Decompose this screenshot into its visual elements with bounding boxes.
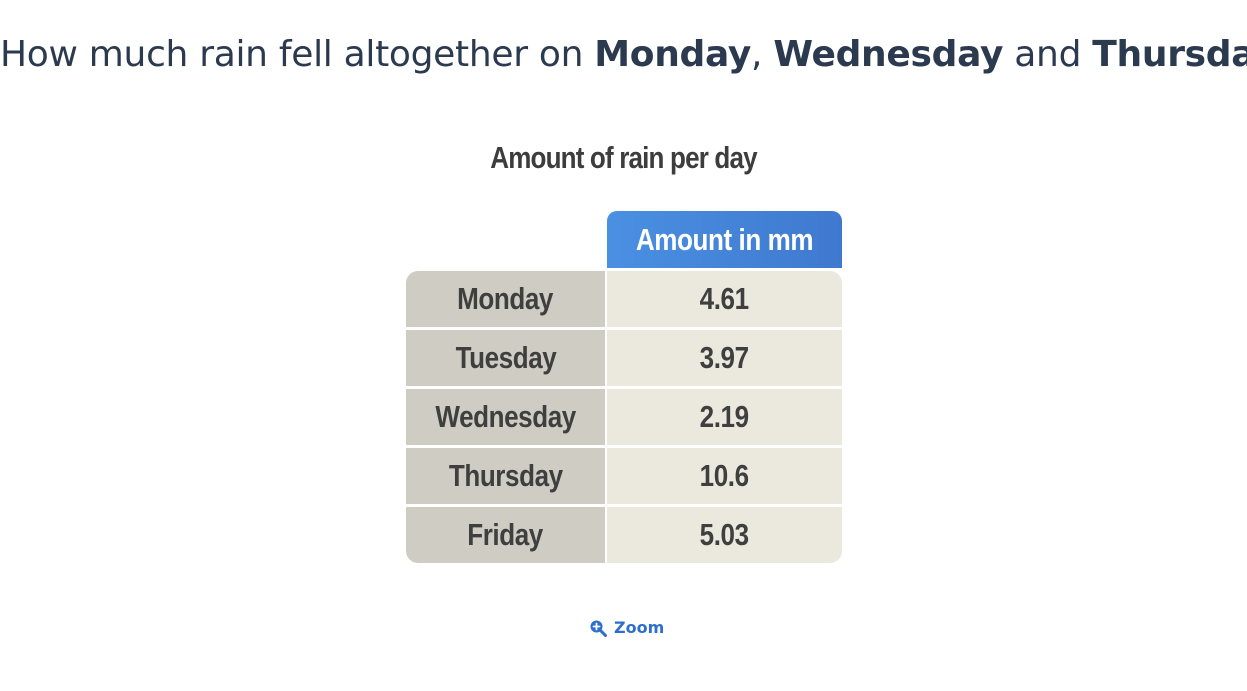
table-row: Friday 5.03 xyxy=(406,507,842,563)
day-label: Wednesday xyxy=(435,399,576,434)
table-title: Amount of rain per day xyxy=(490,140,757,175)
day-cell: Thursday xyxy=(406,448,605,504)
day-cell: Monday xyxy=(406,271,605,327)
amount-cell: 10.6 xyxy=(607,448,842,504)
amount-cell: 4.61 xyxy=(607,271,842,327)
zoom-in-icon xyxy=(589,619,607,637)
day-label: Monday xyxy=(457,281,554,316)
question-prefix: How much rain fell altogether on xyxy=(0,34,595,75)
day-label: Tuesday xyxy=(455,340,556,375)
amount-value: 10.6 xyxy=(699,458,750,493)
question-day-monday: Monday xyxy=(594,34,752,75)
day-label: Friday xyxy=(467,517,544,552)
question-text: How much rain fell altogether on Monday,… xyxy=(0,34,1247,75)
day-cell: Wednesday xyxy=(406,389,605,445)
amount-cell: 5.03 xyxy=(607,507,842,563)
zoom-button[interactable]: Zoom xyxy=(589,618,664,637)
day-label: Thursday xyxy=(448,458,563,493)
zoom-label: Zoom xyxy=(614,618,665,637)
question-day-thursday: Thursday xyxy=(1092,34,1247,75)
amount-value: 3.97 xyxy=(699,340,750,375)
column-header-amount: Amount in mm xyxy=(607,211,842,268)
table-row: Wednesday 2.19 xyxy=(406,389,842,445)
amount-value: 4.61 xyxy=(699,281,750,316)
question-separator-1: , xyxy=(751,34,774,75)
amount-cell: 2.19 xyxy=(607,389,842,445)
column-header-label: Amount in mm xyxy=(635,222,814,257)
day-cell: Friday xyxy=(406,507,605,563)
question-separator-2: and xyxy=(1003,34,1093,75)
table-row: Thursday 10.6 xyxy=(406,448,842,504)
table-row: Monday 4.61 xyxy=(406,271,842,327)
table-body: Monday 4.61 Tuesday 3.97 Wednesday 2.19 … xyxy=(406,271,842,563)
amount-value: 5.03 xyxy=(699,517,750,552)
question-day-wednesday: Wednesday xyxy=(773,34,1004,75)
table-row: Tuesday 3.97 xyxy=(406,330,842,386)
day-cell: Tuesday xyxy=(406,330,605,386)
amount-cell: 3.97 xyxy=(607,330,842,386)
amount-value: 2.19 xyxy=(699,399,750,434)
